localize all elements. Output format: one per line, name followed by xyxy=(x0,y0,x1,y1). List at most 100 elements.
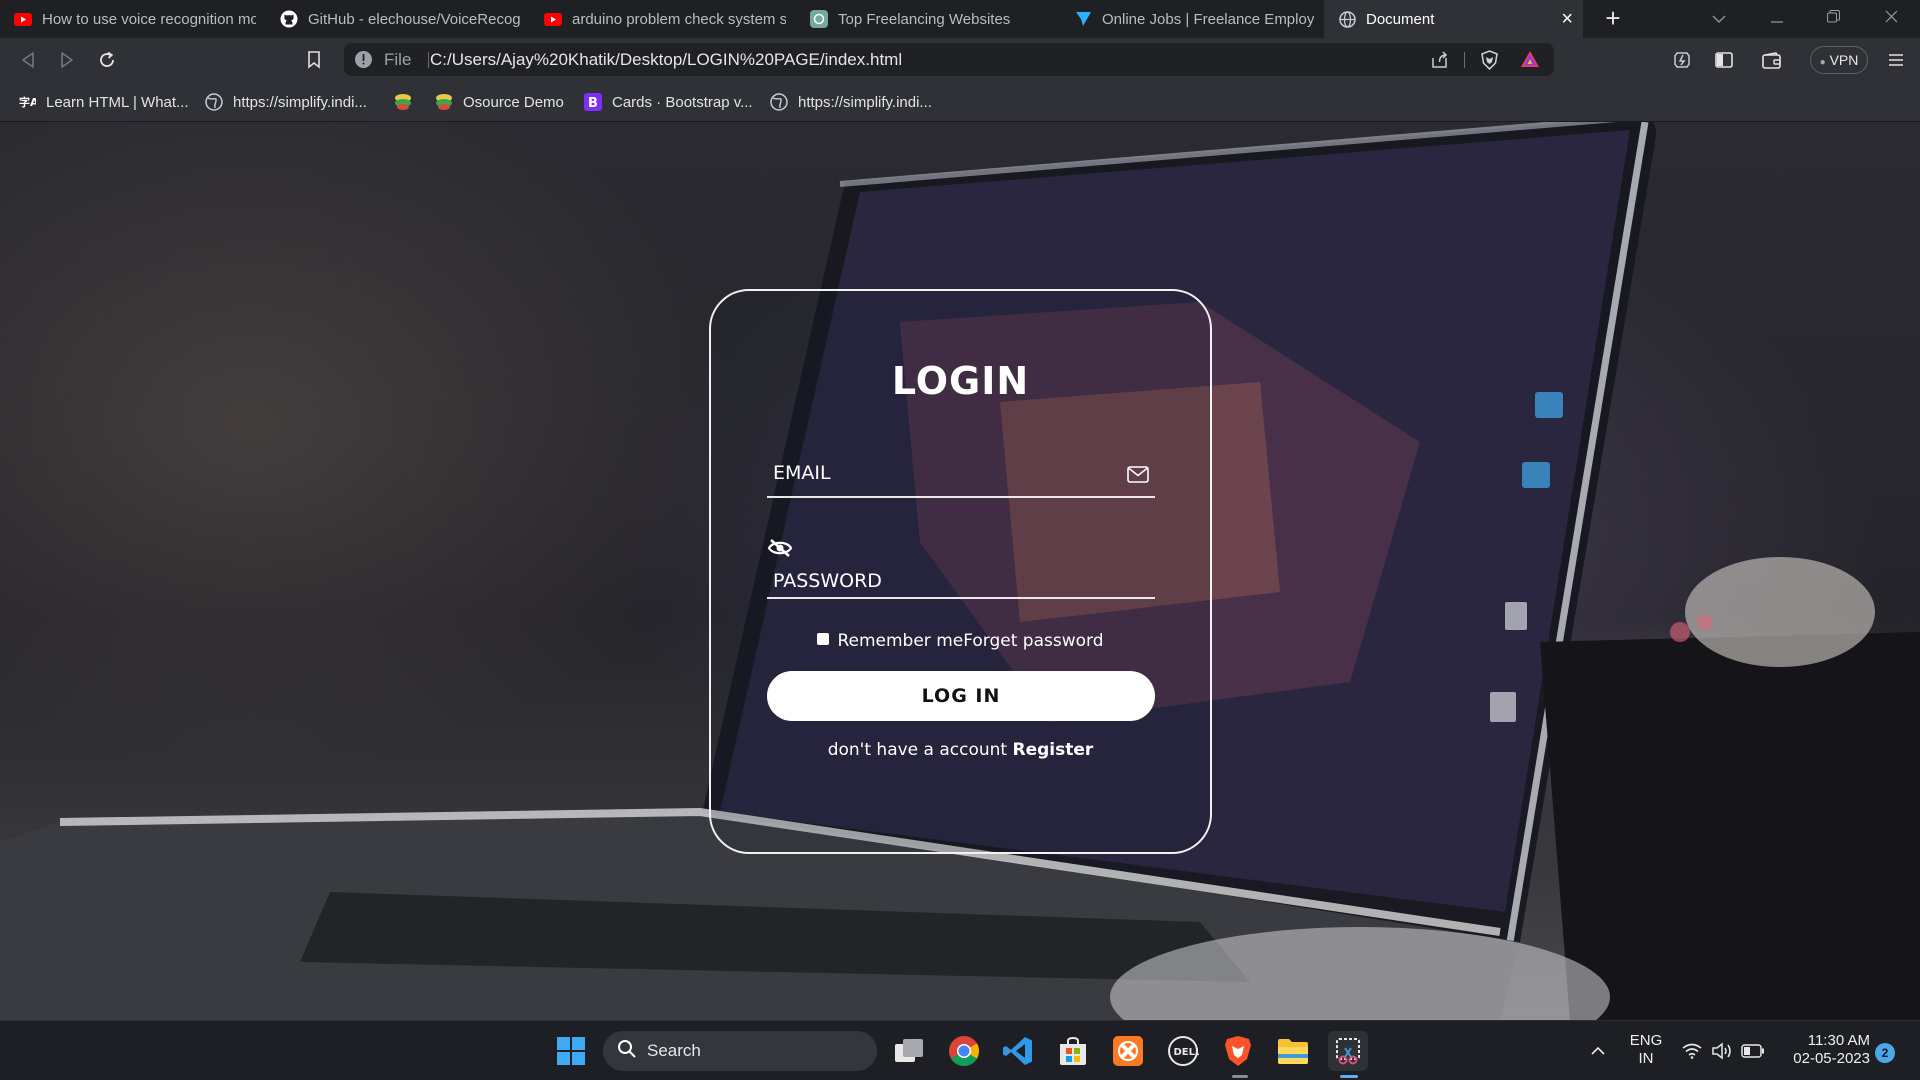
tab-github[interactable]: GitHub - elechouse/VoiceRecogn xyxy=(266,0,530,38)
svg-text:DELL: DELL xyxy=(1174,1047,1200,1058)
page-title: LOGIN xyxy=(891,359,1030,403)
chatgpt-icon xyxy=(810,10,828,28)
sidebar-icon[interactable] xyxy=(1710,46,1738,74)
email-field[interactable]: EMAIL xyxy=(767,451,1155,498)
running-indicator xyxy=(1232,1075,1248,1078)
task-view-icon[interactable] xyxy=(889,1031,929,1071)
minimize-button[interactable] xyxy=(1754,0,1800,38)
globe-icon xyxy=(770,93,788,111)
brave-rewards-icon[interactable] xyxy=(1520,50,1540,73)
bookmark-label: Osource Demo xyxy=(463,93,564,111)
password-field[interactable]: PASSWORD xyxy=(767,536,1155,599)
brave-browser-icon[interactable] xyxy=(1218,1031,1258,1071)
back-button[interactable] xyxy=(14,46,42,74)
tab-label: arduino problem check system sc xyxy=(572,10,786,28)
youtube-icon xyxy=(544,10,562,28)
bookmark-simplify-1[interactable]: https://simplify.indi... xyxy=(205,82,367,122)
bootstrap-icon: B xyxy=(584,93,602,111)
remember-label[interactable]: Remember meForget password xyxy=(837,631,1103,651)
vpn-button[interactable]: ● VPN xyxy=(1810,46,1868,74)
url-text[interactable]: C:/Users/Ajay%20Khatik/Desktop/LOGIN%20P… xyxy=(430,43,902,76)
globe-icon xyxy=(205,93,223,111)
tab-label: How to use voice recognition mo xyxy=(42,10,256,28)
bookmark-osource-demo[interactable]: Osource Demo xyxy=(435,82,564,122)
page-viewport: LOGIN EMAIL PASSWORD Remember meForget p… xyxy=(0,122,1920,1020)
register-line: don't have a account Register xyxy=(711,740,1210,760)
osource-icon xyxy=(394,93,412,111)
register-prefix: don't have a account xyxy=(827,740,1013,760)
vscode-icon[interactable] xyxy=(998,1031,1038,1071)
address-divider xyxy=(1464,52,1465,68)
microsoft-store-icon[interactable] xyxy=(1053,1031,1093,1071)
bookmark-page-icon[interactable] xyxy=(300,46,328,74)
scheme-label: File xyxy=(384,50,412,69)
xampp-icon[interactable] xyxy=(1108,1031,1148,1071)
bookmark-osource-icon-only[interactable] xyxy=(394,82,422,122)
bookmark-site-icon: 字A xyxy=(18,93,36,111)
vpn-label: VPN xyxy=(1829,52,1859,68)
freelancer-icon xyxy=(1074,10,1092,28)
chrome-icon[interactable] xyxy=(944,1031,984,1071)
login-card: LOGIN EMAIL PASSWORD Remember meForget p… xyxy=(709,289,1212,854)
restore-button[interactable] xyxy=(1810,0,1856,38)
tab-label: Online Jobs | Freelance Employm xyxy=(1102,10,1314,28)
github-icon xyxy=(280,10,298,28)
bookmark-label: Cards · Bootstrap v... xyxy=(612,93,753,111)
tab-label: Document xyxy=(1366,10,1435,28)
remember-checkbox[interactable] xyxy=(817,633,830,645)
remember-row: Remember meForget password xyxy=(711,631,1210,651)
svg-text:字A: 字A xyxy=(19,95,36,109)
address-divider xyxy=(428,52,429,68)
tab-arduino[interactable]: arduino problem check system sc xyxy=(530,0,796,38)
bookmark-label: Learn HTML | What... xyxy=(46,93,189,111)
register-link[interactable]: Register xyxy=(1013,740,1094,760)
dell-icon[interactable]: DELL xyxy=(1163,1031,1203,1071)
close-window-button[interactable] xyxy=(1868,0,1914,38)
language-code: ENG xyxy=(1629,1032,1663,1049)
search-icon xyxy=(617,1039,637,1064)
active-indicator xyxy=(1340,1075,1358,1078)
input-language-indicator[interactable]: ENG IN xyxy=(1624,1032,1668,1068)
bookmark-label: https://simplify.indi... xyxy=(798,93,932,111)
forward-button[interactable] xyxy=(53,46,81,74)
file-explorer-icon[interactable] xyxy=(1273,1031,1313,1071)
clock-date: 02-05-2023 xyxy=(1793,1050,1870,1067)
leo-ai-icon[interactable] xyxy=(1668,46,1696,74)
show-hidden-icons-chevron[interactable] xyxy=(1578,1031,1618,1071)
bookmarks-bar: 字A Learn HTML | What... https://simplify… xyxy=(0,82,1920,122)
email-label: EMAIL xyxy=(773,462,831,484)
notification-badge[interactable]: 2 xyxy=(1875,1043,1895,1063)
globe-icon xyxy=(1338,10,1356,28)
tab-label: GitHub - elechouse/VoiceRecogn xyxy=(308,10,520,28)
clock[interactable]: 11:30 AM 02-05-2023 xyxy=(1774,1032,1870,1068)
wallet-icon[interactable] xyxy=(1758,46,1786,74)
windows-taskbar: Search DELL ENG IN 11:30 AM 02-05-2023 2 xyxy=(0,1020,1920,1080)
menu-icon[interactable] xyxy=(1882,46,1910,74)
windows-start-icon[interactable] xyxy=(551,1031,591,1071)
tab-voice-recognition[interactable]: How to use voice recognition mo xyxy=(0,0,266,38)
login-button[interactable]: LOG IN xyxy=(767,671,1155,721)
new-tab-button[interactable]: + xyxy=(1598,4,1628,34)
site-info-icon[interactable] xyxy=(354,50,373,74)
mail-icon xyxy=(1127,466,1149,488)
share-icon[interactable] xyxy=(1430,50,1449,74)
eye-off-icon[interactable] xyxy=(767,538,793,563)
tab-search-chevron-icon[interactable] xyxy=(1696,0,1742,38)
bookmark-learn-html[interactable]: 字A Learn HTML | What... xyxy=(18,82,189,122)
battery-icon[interactable] xyxy=(1733,1031,1773,1071)
reload-button[interactable] xyxy=(93,46,121,74)
address-bar[interactable]: File C:/Users/Ajay%20Khatik/Desktop/LOGI… xyxy=(344,43,1554,76)
snipping-tool-icon[interactable] xyxy=(1328,1031,1368,1071)
password-label: PASSWORD xyxy=(773,570,882,592)
browser-toolbar: File C:/Users/Ajay%20Khatik/Desktop/LOGI… xyxy=(0,38,1920,82)
taskbar-search[interactable]: Search xyxy=(603,1031,877,1071)
tab-document[interactable]: Document × xyxy=(1324,0,1583,38)
brave-shields-icon[interactable] xyxy=(1480,50,1499,75)
tab-freelancing[interactable]: Top Freelancing Websites xyxy=(796,0,1060,38)
vpn-status-dot-icon: ● xyxy=(1819,57,1826,68)
bookmark-bootstrap-cards[interactable]: B Cards · Bootstrap v... xyxy=(584,82,753,122)
svg-text:B: B xyxy=(588,96,598,111)
close-tab-icon[interactable]: × xyxy=(1561,8,1573,31)
bookmark-simplify-2[interactable]: https://simplify.indi... xyxy=(770,82,932,122)
tab-online-jobs[interactable]: Online Jobs | Freelance Employm xyxy=(1060,0,1324,38)
